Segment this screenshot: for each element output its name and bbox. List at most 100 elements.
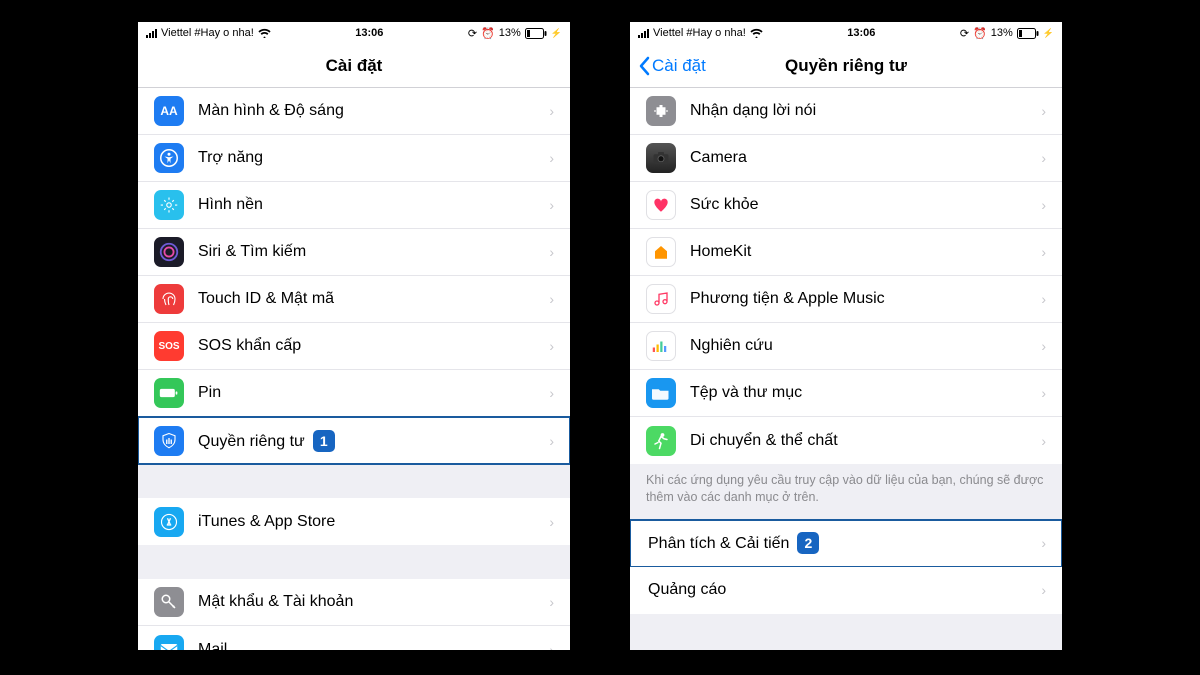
row-label: Di chuyển & thể chất <box>690 432 1041 450</box>
charge-icon: ⚡ <box>551 28 562 39</box>
battery-icon <box>525 28 547 39</box>
status-time: 13:06 <box>847 27 875 39</box>
row-speech-recognition[interactable]: Nhận dạng lời nói › <box>630 88 1062 135</box>
camera-icon <box>646 143 676 173</box>
section-gap <box>138 464 570 498</box>
chevron-right-icon: › <box>549 291 554 307</box>
battery-label: 13% <box>499 27 521 39</box>
motion-icon <box>646 426 676 456</box>
row-passwords-accounts[interactable]: Mật khẩu & Tài khoản › <box>138 579 570 626</box>
battery-icon <box>1017 28 1039 39</box>
row-label: Phân tích & Cải tiến2 <box>648 532 1041 554</box>
wallpaper-icon <box>154 190 184 220</box>
row-motion-fitness[interactable]: Di chuyển & thể chất › <box>630 417 1062 464</box>
row-wallpaper[interactable]: Hình nền › <box>138 182 570 229</box>
row-label: Sức khỏe <box>690 196 1041 214</box>
chevron-right-icon: › <box>549 244 554 260</box>
row-label: Mật khẩu & Tài khoản <box>198 593 549 611</box>
chevron-right-icon: › <box>549 197 554 213</box>
chevron-right-icon: › <box>1041 385 1046 401</box>
signal-icon <box>638 28 649 38</box>
row-display-brightness[interactable]: AA Màn hình & Độ sáng › <box>138 88 570 135</box>
privacy-group-2: Phân tích & Cải tiến2 › Quảng cáo › <box>630 520 1062 614</box>
row-analytics-improvements[interactable]: Phân tích & Cải tiến2 › <box>630 520 1062 567</box>
charge-icon: ⚡ <box>1043 28 1054 39</box>
nav-bar: Cài đặt <box>138 44 570 88</box>
settings-group-1: AA Màn hình & Độ sáng › Trợ năng › Hình … <box>138 88 570 464</box>
row-files-folders[interactable]: Tệp và thư mục › <box>630 370 1062 417</box>
row-advertising[interactable]: Quảng cáo › <box>630 567 1062 614</box>
row-label: SOS khẩn cấp <box>198 337 549 355</box>
privacy-group-1: Nhận dạng lời nói › Camera › Sức khỏe › … <box>630 88 1062 464</box>
chevron-right-icon: › <box>549 150 554 166</box>
homekit-icon <box>646 237 676 267</box>
battery-icon <box>154 378 184 408</box>
orientation-lock-icon: ⟳ <box>468 27 477 40</box>
row-itunes-appstore[interactable]: iTunes & App Store › <box>138 498 570 545</box>
chevron-right-icon: › <box>549 103 554 119</box>
chevron-right-icon: › <box>549 433 554 449</box>
settings-group-3: Mật khẩu & Tài khoản › Mail › <box>138 579 570 650</box>
row-research[interactable]: Nghiên cứu › <box>630 323 1062 370</box>
row-emergency-sos[interactable]: SOS SOS khẩn cấp › <box>138 323 570 370</box>
section-gap <box>138 545 570 579</box>
status-time: 13:06 <box>355 27 383 39</box>
row-label: Camera <box>690 149 1041 167</box>
row-label: Màn hình & Độ sáng <box>198 102 549 120</box>
sos-icon: SOS <box>154 331 184 361</box>
chevron-right-icon: › <box>549 642 554 651</box>
chevron-right-icon: › <box>1041 291 1046 307</box>
row-label: Hình nền <box>198 196 549 214</box>
row-battery[interactable]: Pin › <box>138 370 570 417</box>
back-label: Cài đặt <box>652 56 706 76</box>
research-icon <box>646 331 676 361</box>
wifi-icon <box>750 28 763 38</box>
row-health[interactable]: Sức khỏe › <box>630 182 1062 229</box>
chevron-right-icon: › <box>549 594 554 610</box>
row-label: Mail <box>198 641 549 651</box>
carrier-label: Viettel #Hay o nha! <box>161 27 254 39</box>
row-label: Quyền riêng tư1 <box>198 430 549 452</box>
accessibility-icon <box>154 143 184 173</box>
chevron-right-icon: › <box>549 338 554 354</box>
alarm-icon: ⏰ <box>481 27 495 40</box>
chevron-right-icon: › <box>1041 197 1046 213</box>
row-siri-search[interactable]: Siri & Tìm kiếm › <box>138 229 570 276</box>
step-badge-1: 1 <box>313 430 335 452</box>
orientation-lock-icon: ⟳ <box>960 27 969 40</box>
speech-icon <box>646 96 676 126</box>
chevron-right-icon: › <box>1041 244 1046 260</box>
alarm-icon: ⏰ <box>973 27 987 40</box>
row-label: Nhận dạng lời nói <box>690 102 1041 120</box>
row-homekit[interactable]: HomeKit › <box>630 229 1062 276</box>
wifi-icon <box>258 28 271 38</box>
chevron-right-icon: › <box>1041 150 1046 166</box>
row-label: Phương tiện & Apple Music <box>690 290 1041 308</box>
step-badge-2: 2 <box>797 532 819 554</box>
phone-privacy: Viettel #Hay o nha! 13:06 ⟳ ⏰ 13% ⚡ Cài … <box>630 22 1062 650</box>
row-camera[interactable]: Camera › <box>630 135 1062 182</box>
row-label: Tệp và thư mục <box>690 384 1041 402</box>
row-touchid-passcode[interactable]: Touch ID & Mật mã › <box>138 276 570 323</box>
back-button[interactable]: Cài đặt <box>638 56 706 76</box>
row-media-music[interactable]: Phương tiện & Apple Music › <box>630 276 1062 323</box>
privacy-icon <box>154 426 184 456</box>
chevron-right-icon: › <box>1041 103 1046 119</box>
chevron-right-icon: › <box>1041 582 1046 598</box>
chevron-right-icon: › <box>1041 338 1046 354</box>
display-brightness-icon: AA <box>154 96 184 126</box>
music-icon <box>646 284 676 314</box>
status-bar: Viettel #Hay o nha! 13:06 ⟳ ⏰ 13% ⚡ <box>138 22 570 44</box>
row-label: HomeKit <box>690 243 1041 261</box>
row-label: Siri & Tìm kiếm <box>198 243 549 261</box>
row-accessibility[interactable]: Trợ năng › <box>138 135 570 182</box>
row-privacy[interactable]: Quyền riêng tư1 › <box>138 417 570 464</box>
chevron-right-icon: › <box>549 514 554 530</box>
appstore-icon <box>154 507 184 537</box>
nav-bar: Cài đặt Quyền riêng tư <box>630 44 1062 88</box>
mail-icon <box>154 635 184 651</box>
row-mail[interactable]: Mail › <box>138 626 570 650</box>
chevron-right-icon: › <box>549 385 554 401</box>
chevron-right-icon: › <box>1041 535 1046 551</box>
carrier-label: Viettel #Hay o nha! <box>653 27 746 39</box>
